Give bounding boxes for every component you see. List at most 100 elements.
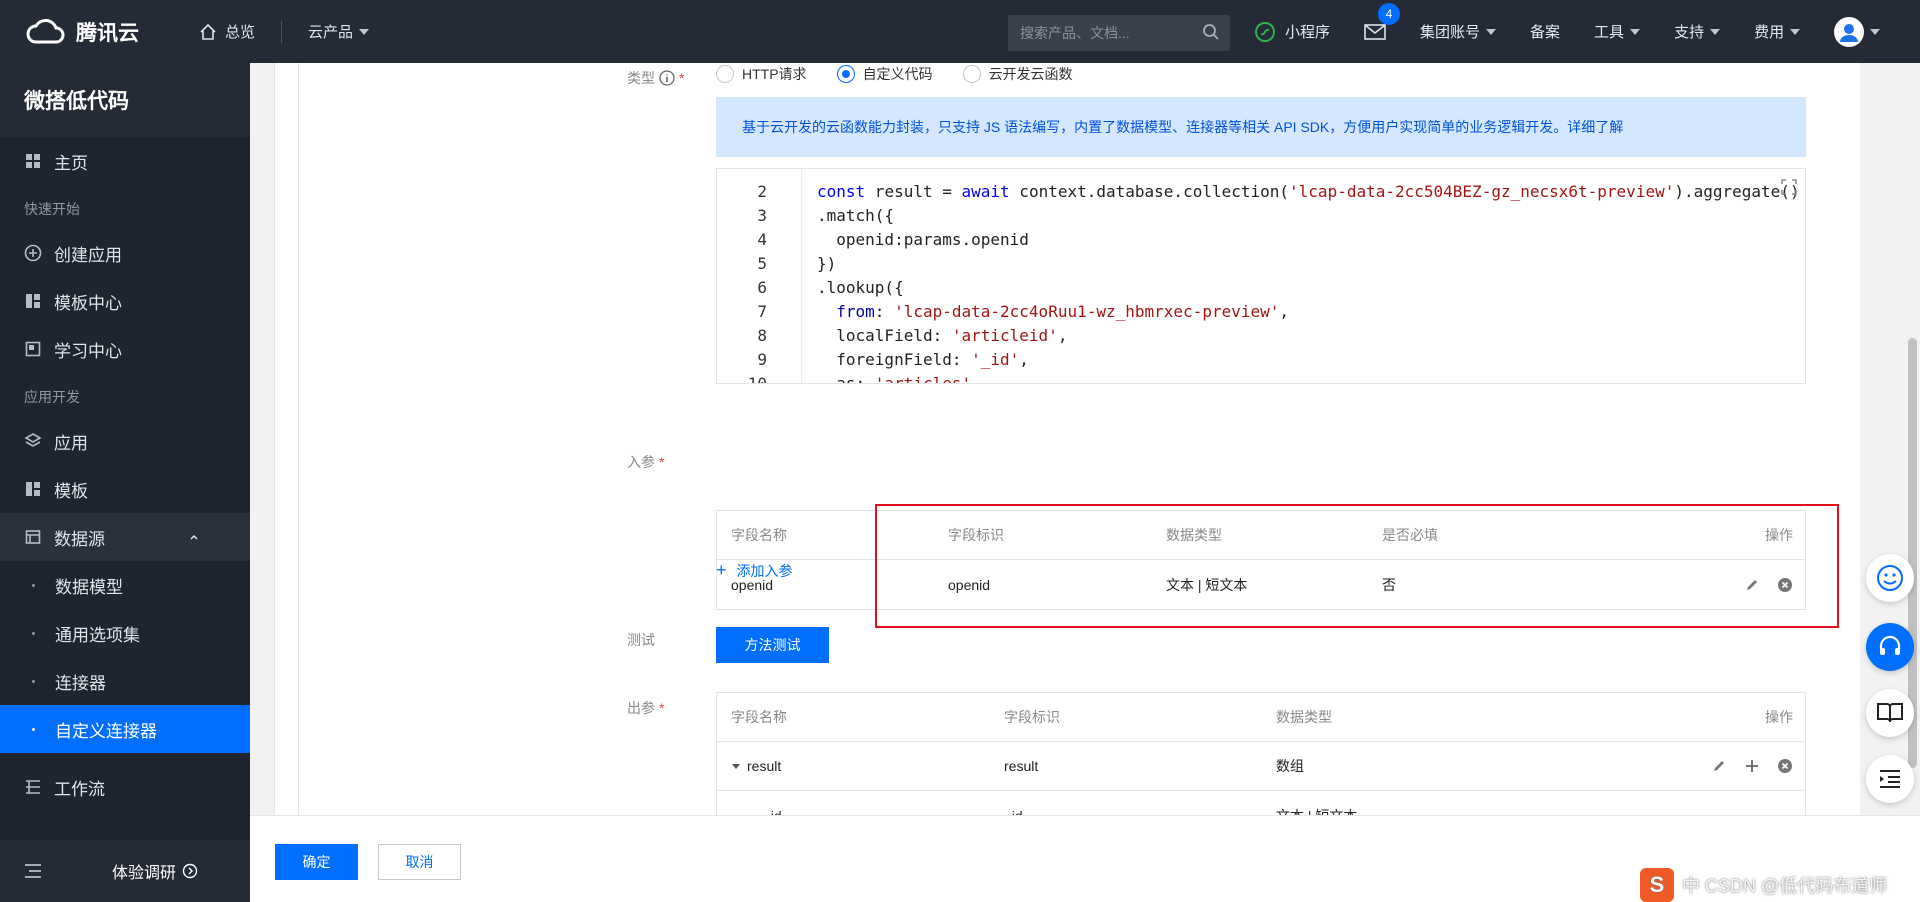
sidebar-item-option-sets[interactable]: 通用选项集: [0, 609, 250, 657]
radio-button-selected[interactable]: [836, 65, 855, 83]
method-test-button[interactable]: 方法测试: [716, 627, 829, 663]
sidebar-item-label: 创建应用: [54, 245, 122, 265]
nav-support-label: 支持: [1674, 24, 1705, 41]
delete-icon[interactable]: [1777, 758, 1793, 774]
smiley-feedback-button[interactable]: [1866, 554, 1914, 602]
nav-fees-label: 费用: [1754, 24, 1785, 41]
code-text: as: 'articles',: [817, 373, 981, 384]
docs-button[interactable]: [1866, 689, 1914, 737]
nav-miniprogram[interactable]: 小程序: [1255, 21, 1330, 42]
sidebar-group-appdev: 应用开发: [24, 389, 80, 405]
customer-service-button[interactable]: [1866, 623, 1914, 671]
fullscreen-icon[interactable]: [1781, 179, 1797, 195]
chevron-down-icon: [1630, 28, 1641, 35]
smiley-icon: [1877, 565, 1903, 591]
sidebar-item-datasource[interactable]: 数据源: [0, 513, 250, 561]
sidebar-item-workflow[interactable]: 工作流: [0, 763, 250, 811]
sidebar-item-learning-center[interactable]: 学习中心: [0, 325, 250, 373]
mail-icon: [1364, 23, 1386, 40]
code-line-2: 2 const result = await context.database.c…: [717, 179, 1799, 203]
required-asterisk: *: [659, 700, 665, 716]
gutter-divider: [801, 169, 802, 383]
sidebar-item-connectors[interactable]: 连接器: [0, 657, 250, 705]
nav-group-account[interactable]: 集团账号: [1420, 21, 1497, 42]
type-label: 类型 *: [627, 68, 684, 88]
radio-button[interactable]: [962, 65, 981, 83]
brand-name: 腾讯云: [76, 21, 139, 45]
outline-button[interactable]: [1866, 755, 1914, 803]
row-actions: [1694, 758, 1793, 774]
caret-down-icon[interactable]: [731, 761, 741, 771]
add-child-icon[interactable]: [1744, 758, 1760, 774]
radio-http-request[interactable]: HTTP请求: [716, 64, 807, 84]
nav-divider: [281, 20, 283, 43]
sidebar-group-quickstart: 快速开始: [24, 201, 80, 217]
confirm-button[interactable]: 确定: [275, 844, 358, 880]
chevron-down-icon: [1710, 28, 1721, 35]
sidebar-item-label: 模板: [54, 481, 88, 501]
code-editor[interactable]: 2 const result = await context.database.c…: [716, 168, 1806, 384]
mail-button[interactable]: 4: [1364, 2, 1401, 40]
search-input[interactable]: 搜索产品、文档...: [1008, 15, 1230, 51]
col-header: 字段名称: [731, 527, 787, 543]
sidebar-item-template-center[interactable]: 模板中心: [0, 277, 250, 325]
code-line-5: 5}): [717, 251, 836, 275]
output-params-label: 出参 *: [627, 698, 664, 718]
method-editor-form: 类型 * HTTP请求 自定义代码 云开发云函数 基于云开发的云函数能力封装，只…: [600, 61, 1860, 816]
sidebar: 微搭低代码 主页 快速开始 创建应用 模板中心 学习中心 应用开发 应用 模板 …: [0, 63, 250, 902]
search-icon[interactable]: [1202, 23, 1220, 41]
sidebar-item-create-app[interactable]: 创建应用: [0, 229, 250, 277]
code-text: from: 'lcap-data-2cc4oRuu1-wz_hbmrxec-pr…: [836, 301, 1290, 321]
code-text: .match({: [817, 205, 895, 225]
collapse-menu-icon[interactable]: [24, 864, 42, 878]
sidebar-item-templates[interactable]: 模板: [0, 465, 250, 513]
watermark-text: 中 CSDN @低代码布道师: [1682, 876, 1888, 896]
cell-data-type: 数组: [1276, 758, 1304, 774]
radio-label: 云开发云函数: [988, 66, 1073, 82]
radio-cloud-function[interactable]: 云开发云函数: [962, 64, 1073, 84]
nav-overview[interactable]: 总览: [199, 21, 255, 42]
required-asterisk: *: [659, 454, 665, 470]
nav-support[interactable]: 支持: [1674, 21, 1721, 42]
type-radio-group: HTTP请求 自定义代码 云开发云函数: [716, 61, 1103, 87]
code-text: .lookup({: [817, 277, 904, 297]
bullet-dot: [32, 631, 35, 635]
nav-products[interactable]: 云产品: [308, 21, 370, 42]
sidebar-item-label: 自定义连接器: [55, 721, 157, 741]
mail-badge: 4: [1378, 2, 1401, 25]
sidebar-item-apps[interactable]: 应用: [0, 417, 250, 465]
sidebar-item-home[interactable]: 主页: [0, 137, 250, 185]
plus-circle-icon: [24, 244, 42, 262]
nav-miniprogram-label: 小程序: [1285, 24, 1331, 41]
brand-logo[interactable]: 腾讯云: [24, 17, 144, 47]
radio-button[interactable]: [716, 65, 734, 83]
add-input-param-label: 添加入参: [736, 562, 793, 579]
cell-field-name-text: result: [747, 758, 782, 774]
chevron-down-icon: [1870, 28, 1881, 35]
sidebar-item-custom-connector[interactable]: 自定义连接器: [0, 705, 250, 753]
feedback-survey-link[interactable]: 体验调研: [112, 859, 198, 883]
edit-icon[interactable]: [1711, 758, 1727, 774]
nav-beian[interactable]: 备案: [1530, 21, 1560, 42]
workflow-icon: [24, 778, 42, 796]
code-text: }): [817, 253, 837, 273]
code-text: localField: 'articleid',: [817, 325, 1068, 345]
add-input-param-button[interactable]: + 添加入参: [716, 560, 793, 581]
required-asterisk: *: [679, 70, 685, 86]
code-text: foreignField: '_id',: [817, 349, 1029, 369]
nav-products-label: 云产品: [308, 24, 354, 41]
code-line-7: 7 from: 'lcap-data-2cc4oRuu1-wz_hbmrxec-…: [717, 299, 1289, 323]
nav-fees[interactable]: 费用: [1754, 21, 1801, 42]
code-text: openid:params.openid: [817, 229, 1029, 249]
user-menu[interactable]: [1834, 16, 1881, 47]
nav-tools[interactable]: 工具: [1594, 21, 1641, 42]
annotation-highlight-box: [875, 504, 1839, 628]
radio-custom-code[interactable]: 自定义代码: [836, 64, 933, 84]
cancel-button[interactable]: 取消: [378, 844, 461, 880]
output-params-table: 字段名称 字段标识 数据类型 操作 result result 数组 _id _…: [716, 692, 1806, 816]
info-icon[interactable]: [659, 70, 675, 86]
output-params-label-text: 出参: [627, 700, 655, 716]
sidebar-item-data-model[interactable]: 数据模型: [0, 561, 250, 609]
layers-icon: [24, 432, 42, 450]
line-number: 6: [757, 277, 767, 297]
